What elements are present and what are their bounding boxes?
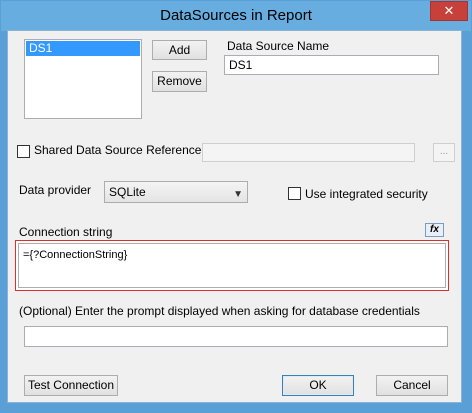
prompt-input[interactable]: [24, 326, 448, 347]
connection-string-highlight: ={?ConnectionString}: [15, 240, 449, 291]
title-bar[interactable]: DataSources in Report ✕: [1, 1, 471, 31]
data-provider-label: Data provider: [19, 183, 92, 197]
datasource-list[interactable]: DS1: [24, 39, 142, 119]
datasource-name-input[interactable]: DS1: [224, 55, 439, 75]
datasource-list-item[interactable]: DS1: [26, 41, 140, 56]
shared-reference-browse-button[interactable]: ...: [433, 143, 455, 162]
close-button[interactable]: ✕: [430, 1, 468, 21]
test-connection-button[interactable]: Test Connection: [24, 375, 118, 396]
integrated-security-checkbox[interactable]: [288, 187, 301, 200]
data-provider-value: SQLite: [109, 185, 146, 199]
connection-string-label: Connection string: [19, 225, 113, 239]
data-provider-select[interactable]: SQLite ▼: [104, 181, 248, 203]
shared-reference-checkbox[interactable]: [17, 145, 30, 158]
expression-button[interactable]: fx: [425, 223, 444, 237]
connection-string-input[interactable]: ={?ConnectionString}: [18, 243, 446, 288]
chevron-down-icon: ▼: [233, 189, 243, 200]
prompt-label: (Optional) Enter the prompt displayed wh…: [19, 304, 420, 318]
integrated-security-label: Use integrated security: [305, 187, 428, 201]
cancel-button[interactable]: Cancel: [376, 375, 448, 396]
remove-button[interactable]: Remove: [152, 71, 207, 92]
close-icon: ✕: [443, 3, 455, 18]
window-title: DataSources in Report: [160, 7, 312, 24]
shared-reference-input[interactable]: [202, 143, 415, 162]
shared-reference-label: Shared Data Source Reference: [34, 143, 202, 157]
datasource-name-label: Data Source Name: [227, 39, 330, 53]
add-button[interactable]: Add: [152, 40, 207, 60]
ok-button[interactable]: OK: [282, 375, 354, 396]
